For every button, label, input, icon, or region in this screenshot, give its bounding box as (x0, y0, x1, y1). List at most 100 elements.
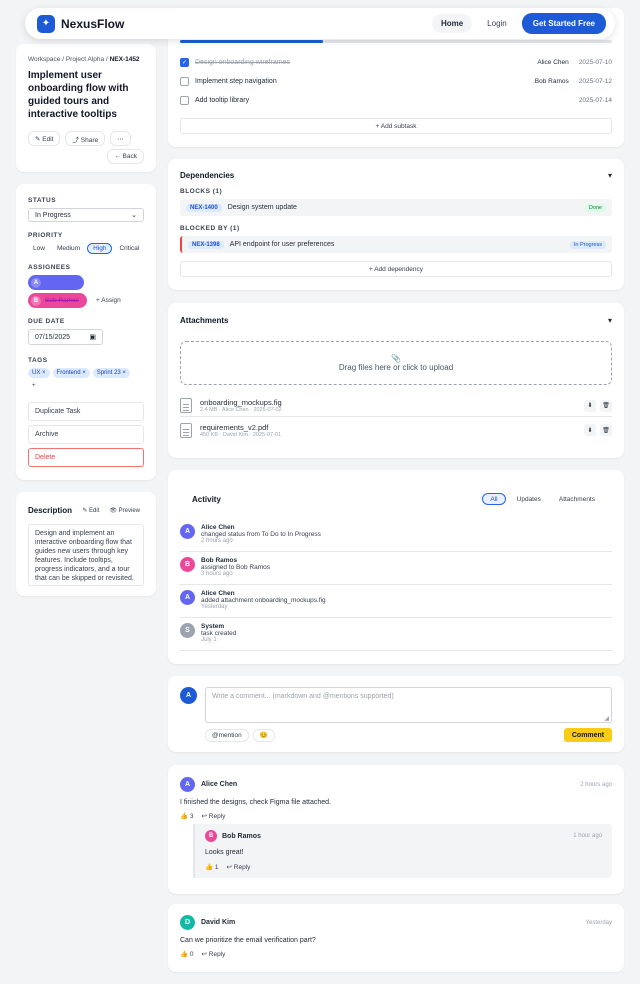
archive-button[interactable]: Archive (28, 425, 144, 444)
delete-file-icon[interactable]: 🗑 (600, 424, 612, 436)
add-assignee-button[interactable]: + Assign (92, 293, 125, 308)
status-label: STATUS (28, 197, 57, 204)
tag-text: Sprint 23 (96, 370, 121, 376)
file-name[interactable]: requirements_v2.pdf (200, 423, 281, 432)
download-icon[interactable]: ⬇ (584, 424, 596, 436)
like-button[interactable]: 👍 0 (180, 950, 194, 958)
resize-handle-icon[interactable]: ◢ (604, 715, 609, 722)
description-card: Description ✎ Edit 👁 Preview Design and … (16, 492, 156, 596)
add-subtask-button[interactable]: + Add subtask (180, 118, 612, 134)
preview-description-button[interactable]: 👁 Preview (105, 504, 144, 516)
more-options-button[interactable]: ⋯ (110, 131, 131, 146)
edit-description-button[interactable]: ✎ Edit (78, 504, 104, 516)
tag-list: UX × Frontend × Sprint 23 × + (28, 368, 144, 391)
comment-author[interactable]: Bob Ramos (222, 833, 261, 840)
dependency-id[interactable]: NEX-1398 (188, 240, 224, 249)
comment-placeholder: Write a comment... (markdown and @mentio… (212, 693, 394, 700)
file-name[interactable]: onboarding_mockups.fig (200, 398, 282, 407)
duplicate-task-button[interactable]: Duplicate Task (28, 402, 144, 421)
breadcrumb-project[interactable]: Project Alpha (66, 56, 104, 63)
collapse-chevron-icon[interactable]: ▾ (608, 171, 612, 180)
chevron-down-icon: ⌄ (131, 212, 137, 219)
assignee-chip[interactable]: A (28, 275, 84, 290)
remove-tag-icon[interactable]: × (122, 370, 126, 376)
subtask-row[interactable]: Add tooltip library 2025-07-14 (180, 91, 612, 110)
due-date-input[interactable]: 07/15/2025 ▣ (28, 329, 103, 345)
dependency-id[interactable]: NEX-1400 (186, 203, 222, 212)
activity-user[interactable]: Alice Chen (201, 524, 321, 531)
mention-button[interactable]: @mention (205, 728, 249, 742)
priority-medium[interactable]: Medium (52, 243, 85, 254)
breadcrumb-workspace[interactable]: Workspace (28, 56, 60, 63)
like-button[interactable]: 👍 1 (205, 863, 219, 871)
subtask-date: 2025-07-10 (578, 59, 612, 66)
like-button[interactable]: 👍 3 (180, 812, 194, 820)
submit-comment-button[interactable]: Comment (564, 728, 612, 742)
share-task-button[interactable]: ⤴ Share (65, 131, 106, 146)
tag-chip[interactable]: Frontend × (52, 368, 90, 378)
dependency-row[interactable]: NEX-1398 API endpoint for user preferenc… (180, 236, 612, 253)
upload-label: Drag files here or click to upload (338, 363, 454, 372)
activity-user[interactable]: Bob Ramos (201, 557, 270, 564)
brand-name[interactable]: NexusFlow (61, 17, 124, 31)
file-row[interactable]: requirements_v2.pdf 450 KB · David Kim ·… (180, 419, 612, 441)
description-text[interactable]: Design and implement an interactive onbo… (28, 524, 144, 586)
comment-text: I finished the designs, check Figma file… (180, 799, 331, 806)
tab-updates[interactable]: Updates (510, 493, 548, 505)
emoji-button[interactable]: 😊 (252, 728, 275, 742)
get-started-button[interactable]: Get Started Free (521, 13, 606, 34)
subtask-assignee: Alice Chen (537, 59, 569, 66)
checkbox-icon[interactable] (180, 96, 189, 105)
assignees-label: ASSIGNEES (28, 264, 71, 271)
upload-dropzone[interactable]: 📎 Drag files here or click to upload (180, 341, 612, 385)
back-button[interactable]: ← Back (107, 149, 144, 164)
assignee-chip[interactable]: B Bob Ramos (28, 293, 87, 308)
checkbox-icon[interactable] (180, 77, 189, 86)
delete-task-button[interactable]: Delete (28, 448, 144, 467)
checkbox-checked-icon[interactable]: ✓ (180, 58, 189, 67)
edit-task-button[interactable]: ✎ Edit (28, 131, 61, 146)
remove-tag-icon[interactable]: × (82, 370, 86, 376)
priority-low[interactable]: Low (28, 243, 50, 254)
calendar-icon: ▣ (89, 334, 96, 341)
comment-author[interactable]: Alice Chen (201, 781, 237, 788)
activity-user[interactable]: Alice Chen (201, 590, 326, 597)
delete-file-icon[interactable]: 🗑 (600, 399, 612, 412)
comment-composer: A Write a comment... (markdown and @ment… (168, 676, 624, 752)
subtask-row[interactable]: ✓ Design onboarding wireframes Alice Che… (180, 53, 612, 72)
collapse-chevron-icon[interactable]: ▾ (608, 316, 612, 325)
add-dependency-button[interactable]: + Add dependency (180, 261, 612, 277)
nav-login-link[interactable]: Login (478, 14, 516, 33)
file-meta: 450 KB · David Kim · 2025-07-01 (200, 431, 282, 438)
status-select[interactable]: In Progress ⌄ (28, 208, 144, 222)
breadcrumb: Workspace / Project Alpha / NEX-1452 (28, 56, 140, 63)
activity-text: changed status from To Do to In Progress (201, 531, 321, 538)
activity-text: added attachment onboarding_mockups.fig (201, 597, 326, 604)
avatar: D (180, 915, 195, 930)
avatar: S (180, 623, 195, 638)
reply-button[interactable]: ↩ Reply (202, 812, 226, 820)
tag-chip[interactable]: UX × (28, 368, 50, 378)
task-title: Implement user onboarding flow with guid… (28, 70, 129, 120)
file-row[interactable]: onboarding_mockups.fig 2.4 MB · Alice Ch… (180, 395, 612, 417)
tag-chip[interactable]: Sprint 23 × (92, 368, 130, 378)
add-tag-button[interactable]: + (28, 381, 40, 391)
reply-button[interactable]: ↩ Reply (227, 863, 251, 871)
remove-tag-icon[interactable]: × (42, 370, 46, 376)
comment-author[interactable]: David Kim (201, 919, 235, 926)
brand-logo-icon[interactable]: ✦ (37, 14, 55, 33)
reply-button[interactable]: ↩ Reply (202, 950, 226, 958)
priority-critical[interactable]: Critical (114, 243, 144, 254)
task-header-card: Workspace / Project Alpha / NEX-1452 Imp… (16, 44, 156, 172)
dependency-row[interactable]: NEX-1400 Design system update Done (180, 199, 612, 216)
due-date-label: DUE DATE (28, 318, 65, 325)
priority-options: Low Medium High Critical (28, 243, 144, 254)
priority-high[interactable]: High (87, 243, 113, 254)
tab-attachments[interactable]: Attachments (552, 493, 602, 505)
tab-all[interactable]: All (482, 493, 506, 505)
nav-home-link[interactable]: Home (431, 14, 473, 33)
subtask-row[interactable]: Implement step navigation Bob Ramos 2025… (180, 72, 612, 91)
comment-input[interactable]: Write a comment... (markdown and @mentio… (205, 687, 612, 723)
download-icon[interactable]: ⬇ (584, 399, 596, 412)
comment-reply: B Bob Ramos 1 hour ago Looks great! 👍 1 … (193, 824, 612, 878)
